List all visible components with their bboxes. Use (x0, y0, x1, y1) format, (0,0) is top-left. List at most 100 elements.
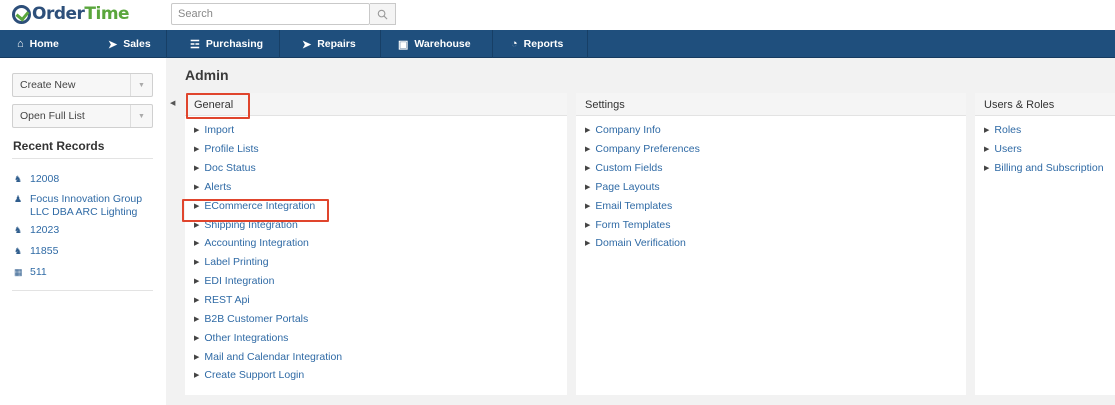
caret-right-icon: ▶ (194, 334, 200, 342)
link-doc-status[interactable]: ▶ Doc Status (194, 159, 567, 178)
caret-right-icon: ▶ (194, 297, 200, 305)
link-label: Import (204, 124, 235, 137)
create-new-dropdown[interactable]: Create New ▼ (12, 73, 153, 97)
recent-record-label: 11855 (30, 245, 59, 257)
link-label: Doc Status (204, 162, 256, 175)
nav-repairs[interactable]: ➤ Repairs (302, 30, 356, 58)
recent-record-label: 12008 (30, 173, 60, 185)
link-accounting-integration[interactable]: ▶ Accounting Integration (194, 234, 567, 253)
collapse-sidebar-icon[interactable]: ◀ (170, 99, 175, 107)
recent-record-label: 511 (30, 266, 47, 278)
nav-reports[interactable]: ◔ Reports (511, 30, 563, 58)
recent-record-11855[interactable]: ♞ 11855 (14, 245, 58, 258)
nav-reports-label: Reports (523, 38, 564, 50)
caret-right-icon: ▶ (585, 221, 591, 229)
link-label: EDI Integration (204, 275, 275, 288)
open-full-list-dropdown[interactable]: Open Full List ▼ (12, 104, 153, 128)
link-label: Other Integrations (204, 331, 289, 344)
chevron-down-icon: ▼ (130, 105, 152, 127)
caret-right-icon: ▶ (585, 146, 591, 154)
nav-purchasing[interactable]: ☲ Purchasing (190, 30, 263, 58)
caret-right-icon: ▶ (984, 146, 990, 154)
cart-icon: ☲ (190, 38, 200, 51)
link-label: Company Info (595, 124, 661, 137)
divider (12, 158, 153, 159)
link-domain-verification[interactable]: ▶ Domain Verification (585, 234, 966, 253)
caret-right-icon: ▶ (194, 278, 200, 286)
link-profile-lists[interactable]: ▶ Profile Lists (194, 140, 567, 159)
link-label: Label Printing (204, 256, 269, 269)
pie-chart-icon: ◔ (511, 38, 518, 50)
link-label: Domain Verification (595, 237, 686, 250)
general-panel: General ▶ Import ▶ Profile Lists ▶ Doc Stat… (182, 93, 567, 395)
link-company-preferences[interactable]: ▶ Company Preferences (585, 140, 966, 159)
recent-records-title: Recent Records (13, 139, 105, 153)
link-rest-api[interactable]: ▶ REST Api (194, 291, 567, 310)
settings-panel: Settings ▶ Company Info ▶ Company Preferen… (576, 93, 966, 395)
nav-home[interactable]: ⌂ Home (17, 30, 59, 58)
nav-divider (279, 30, 280, 58)
link-users[interactable]: ▶ Users (984, 140, 1115, 159)
search-input[interactable]: Search (171, 3, 370, 25)
nav-sales-label: Sales (123, 38, 151, 50)
recent-record-511[interactable]: ▦ 511 (14, 266, 47, 279)
person-icon: ♟ (14, 194, 23, 204)
caret-right-icon: ▶ (984, 127, 990, 135)
nav-divider (380, 30, 381, 58)
divider (12, 290, 153, 291)
link-label: Roles (994, 124, 1022, 137)
link-custom-fields[interactable]: ▶ Custom Fields (585, 159, 966, 178)
link-page-layouts[interactable]: ▶ Page Layouts (585, 178, 966, 197)
recent-record-12023[interactable]: ♞ 12023 (14, 224, 59, 237)
nav-sales[interactable]: ➤ Sales (108, 30, 151, 58)
recent-record-customer[interactable]: ♟ Focus Innovation Group LLC DBA ARC Ligh… (14, 193, 159, 218)
caret-right-icon: ▶ (585, 240, 591, 248)
caret-right-icon: ▶ (984, 165, 990, 173)
general-links: ▶ Import ▶ Profile Lists ▶ Doc Status ▶ Aler… (185, 116, 567, 385)
link-mail-calendar-integration[interactable]: ▶ Mail and Calendar Integration (194, 347, 567, 366)
ordertime-logo[interactable]: OrderTime (12, 3, 130, 25)
settings-panel-title: Settings (576, 93, 966, 116)
logo-check-icon (12, 4, 31, 24)
link-email-templates[interactable]: ▶ Email Templates (585, 196, 966, 215)
caret-right-icon: ▶ (194, 146, 200, 154)
caret-right-icon: ▶ (585, 202, 591, 210)
users-roles-panel: Users & Roles ▶ Roles ▶ Users ▶ Billing and… (975, 93, 1115, 395)
nav-divider (492, 30, 493, 58)
link-edi-integration[interactable]: ▶ EDI Integration (194, 272, 567, 291)
link-label: Billing and Subscription (994, 162, 1104, 175)
link-import[interactable]: ▶ Import (194, 121, 567, 140)
link-label: REST Api (204, 294, 250, 307)
link-alerts[interactable]: ▶ Alerts (194, 178, 567, 197)
main-nav: ⌂ Home ➤ Sales ☲ Purchasing ➤ Repairs ▣ Wareh… (0, 30, 1115, 58)
link-billing-subscription[interactable]: ▶ Billing and Subscription (984, 159, 1115, 178)
link-label: Profile Lists (204, 143, 259, 156)
caret-right-icon: ▶ (194, 259, 200, 267)
caret-right-icon: ▶ (194, 240, 200, 248)
recent-record-label: 12023 (30, 224, 60, 236)
nav-purchasing-label: Purchasing (205, 38, 264, 50)
link-other-integrations[interactable]: ▶ Other Integrations (194, 328, 567, 347)
link-roles[interactable]: ▶ Roles (984, 121, 1115, 140)
link-label-printing[interactable]: ▶ Label Printing (194, 253, 567, 272)
link-form-templates[interactable]: ▶ Form Templates (585, 215, 966, 234)
link-b2b-customer-portals[interactable]: ▶ B2B Customer Portals (194, 309, 567, 328)
search-button[interactable] (370, 3, 396, 25)
link-label: Email Templates (595, 199, 673, 212)
nav-warehouse[interactable]: ▣ Warehouse (398, 30, 471, 58)
caret-right-icon: ▶ (194, 315, 200, 323)
link-company-info[interactable]: ▶ Company Info (585, 121, 966, 140)
caret-right-icon: ▶ (585, 127, 591, 135)
highlight-box-ecommerce (182, 199, 329, 222)
caret-right-icon: ▶ (194, 127, 200, 135)
create-new-label: Create New (20, 79, 76, 91)
link-label: Users (994, 143, 1022, 156)
ship-icon: ♞ (14, 225, 23, 235)
link-create-support-login[interactable]: ▶ Create Support Login (194, 366, 567, 385)
link-label: Mail and Calendar Integration (204, 350, 343, 363)
recent-record-12008[interactable]: ♞ 12008 (14, 173, 59, 186)
caret-right-icon: ▶ (585, 165, 591, 173)
logo-text-order: Order (32, 4, 85, 24)
recent-record-label: Focus Innovation Group LLC DBA ARC Light… (30, 193, 143, 218)
open-full-list-label: Open Full List (20, 110, 85, 122)
